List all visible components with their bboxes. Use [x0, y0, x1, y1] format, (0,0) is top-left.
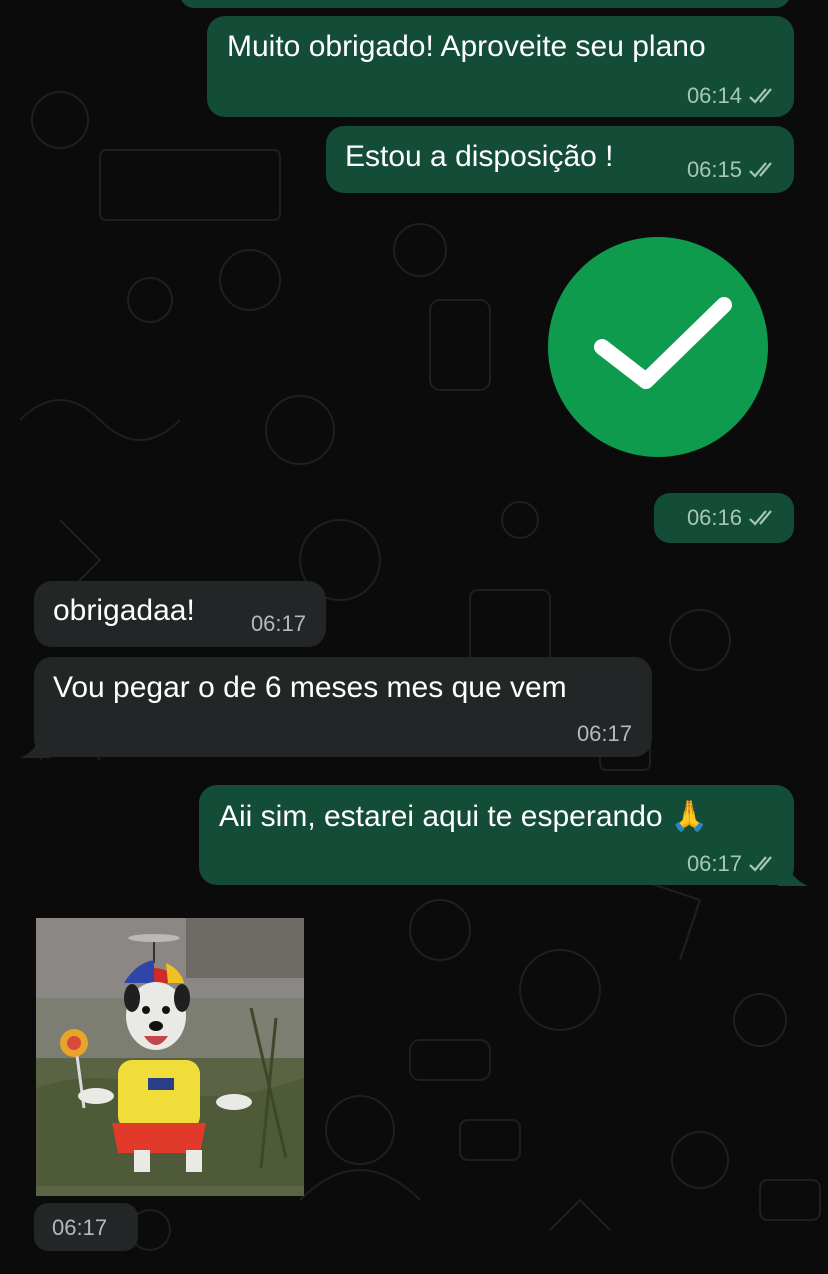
double-check-icon — [749, 510, 772, 526]
incoming-message-bubble[interactable]: obrigadaa! 06:17 — [34, 581, 326, 647]
sticker-timestamp: 06:17 — [34, 1203, 138, 1251]
sticker-timestamp: 06:16 — [654, 493, 794, 543]
message-text: Vou pegar o de 6 meses mes que vem — [53, 671, 567, 704]
message-meta: 06:17 — [577, 721, 632, 747]
message-meta: 06:14 — [687, 83, 778, 109]
message-text: Muito obrigado! Aproveite seu plano — [227, 30, 706, 63]
checkmark-sticker[interactable] — [548, 237, 768, 457]
message-meta: 06:17 — [52, 1215, 107, 1241]
message-text: obrigadaa! — [53, 594, 195, 627]
previous-message-bubble[interactable] — [180, 0, 790, 8]
message-time: 06:16 — [686, 505, 742, 530]
message-time: 06:15 — [686, 157, 742, 182]
message-time: 06:14 — [686, 83, 742, 108]
bubble-tail-outgoing — [778, 862, 808, 886]
message-time: 06:17 — [686, 851, 742, 876]
message-meta: 06:17 — [687, 851, 778, 877]
message-text: Aii sim, estarei aqui te esperando 🙏 — [219, 800, 709, 833]
dog-sticker[interactable] — [36, 918, 304, 1196]
double-check-icon — [749, 88, 772, 104]
message-time: 06:17 — [52, 1215, 108, 1240]
dog-with-propeller-hat-image — [36, 918, 304, 1196]
double-check-icon — [749, 856, 772, 872]
message-meta: 06:17 — [251, 611, 306, 637]
checkmark-icon — [594, 297, 732, 389]
outgoing-message-bubble[interactable]: Estou a disposição ! 06:15 — [326, 126, 794, 193]
message-time: 06:17 — [250, 611, 306, 636]
outgoing-message-bubble[interactable]: Muito obrigado! Aproveite seu plano 06:1… — [207, 16, 794, 117]
double-check-icon — [749, 162, 772, 178]
message-time: 06:17 — [576, 721, 632, 746]
message-text: Estou a disposição ! — [345, 140, 614, 173]
incoming-message-bubble[interactable]: Vou pegar o de 6 meses mes que vem 06:17 — [34, 657, 652, 757]
message-meta: 06:16 — [687, 505, 778, 531]
outgoing-message-bubble[interactable]: Aii sim, estarei aqui te esperando 🙏 06:… — [199, 785, 794, 885]
bubble-tail-incoming — [20, 734, 50, 758]
message-meta: 06:15 — [687, 157, 778, 183]
